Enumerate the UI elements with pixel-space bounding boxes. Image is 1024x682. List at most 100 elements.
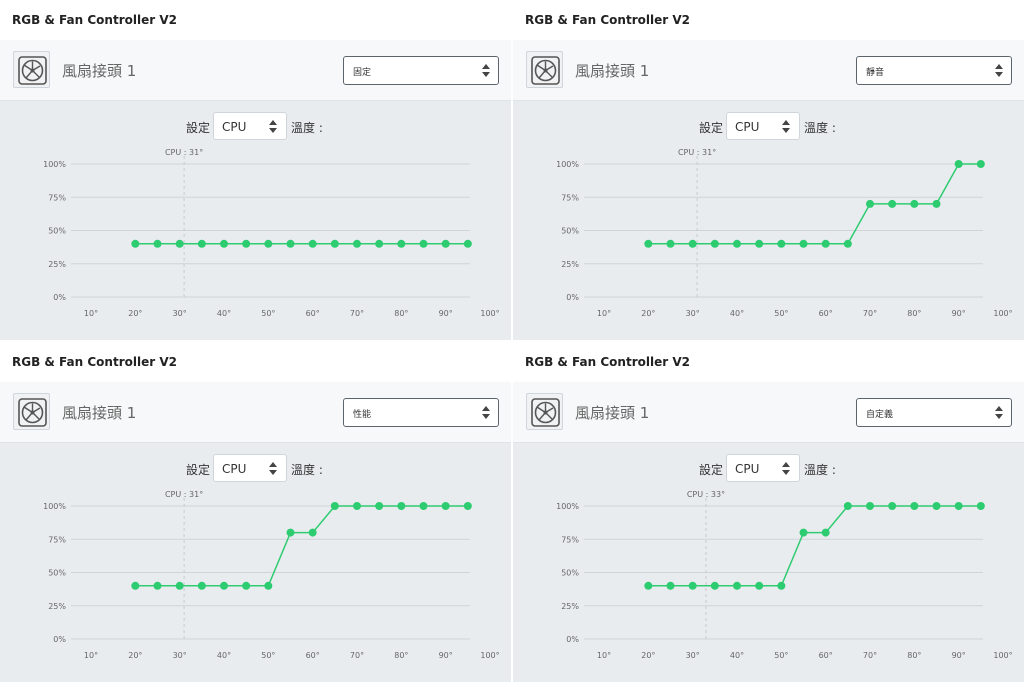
fan-curve-point bbox=[888, 502, 897, 510]
fan-curve-svg: 0% 25% 50% 75% 100% 10° 20° 30° 40° 50° 60° 70° 80° 9… bbox=[556, 148, 1013, 318]
sensor-select[interactable]: CPU bbox=[213, 454, 287, 482]
x-tick-label: 80° bbox=[394, 309, 408, 318]
fan-curve-point bbox=[375, 239, 384, 248]
fan-curve-point bbox=[888, 199, 897, 208]
fan-curve-point bbox=[242, 239, 251, 248]
sensor-setting-row: 設定 CPU 溫度 : bbox=[513, 454, 1024, 484]
panel-title: RGB & Fan Controller V2 bbox=[12, 355, 177, 369]
fan-curve-point bbox=[644, 581, 653, 590]
x-tick-label: 20° bbox=[128, 309, 142, 318]
fan-icon bbox=[13, 51, 50, 88]
y-tick-label: 50% bbox=[561, 227, 579, 236]
x-tick-label: 70° bbox=[350, 651, 364, 660]
y-tick-label: 0% bbox=[566, 293, 579, 302]
sensor-value: CPU bbox=[735, 462, 760, 476]
sensor-select[interactable]: CPU bbox=[213, 112, 287, 140]
fan-curve-point bbox=[286, 528, 295, 537]
fan-curve-svg: 0% 25% 50% 75% 100% 10° 20° 30° 40° 50° 60° 70° 80° 9… bbox=[43, 148, 500, 318]
x-tick-label: 100° bbox=[480, 651, 499, 660]
fan-curve-chart: 0% 25% 50% 75% 100% 10° 20° 30° 40° 50° 60° 70° 80° 9… bbox=[0, 487, 511, 677]
fan-curve-point bbox=[755, 581, 764, 590]
fan-curve-point bbox=[131, 239, 140, 248]
fan-header-label: 風扇接頭 1 bbox=[575, 404, 650, 422]
fan-mode-select[interactable]: 固定 bbox=[343, 56, 499, 85]
fan-curve-point bbox=[375, 502, 384, 510]
x-tick-label: 100° bbox=[993, 651, 1012, 660]
y-tick-label: 50% bbox=[48, 227, 66, 236]
fan-curve-point bbox=[308, 528, 317, 537]
y-tick-label: 100% bbox=[43, 502, 66, 511]
fan-curve-point bbox=[710, 581, 719, 590]
fan-mode-select[interactable]: 靜音 bbox=[856, 56, 1012, 85]
y-tick-label: 50% bbox=[561, 569, 579, 578]
fan-curve-point bbox=[910, 502, 919, 510]
fan-curve-point bbox=[777, 581, 786, 590]
fan-curve-point bbox=[777, 239, 786, 248]
y-tick-label: 0% bbox=[566, 635, 579, 644]
fan-mode-select[interactable]: 性能 bbox=[343, 398, 499, 427]
sensor-select[interactable]: CPU bbox=[726, 112, 800, 140]
x-tick-label: 100° bbox=[993, 309, 1012, 318]
y-tick-label: 25% bbox=[561, 260, 579, 269]
y-tick-label: 75% bbox=[48, 535, 66, 544]
fan-curve-chart: 0% 25% 50% 75% 100% 10° 20° 30° 40° 50° 60° 70° 80° 9… bbox=[513, 487, 1024, 677]
x-tick-label: 70° bbox=[350, 309, 364, 318]
fan-curve-point bbox=[397, 502, 406, 510]
x-tick-label: 40° bbox=[217, 309, 231, 318]
x-tick-label: 10° bbox=[84, 309, 98, 318]
select-arrows-icon bbox=[782, 120, 791, 134]
temperature-label: 溫度 : bbox=[291, 121, 323, 135]
y-tick-label: 0% bbox=[53, 293, 66, 302]
panel-title: RGB & Fan Controller V2 bbox=[12, 13, 177, 27]
x-tick-label: 60° bbox=[306, 309, 320, 318]
x-tick-label: 60° bbox=[819, 651, 833, 660]
x-tick-label: 80° bbox=[907, 651, 921, 660]
panel-title: RGB & Fan Controller V2 bbox=[525, 13, 690, 27]
y-tick-label: 25% bbox=[48, 602, 66, 611]
fan-curve-point bbox=[733, 581, 741, 590]
fan-curve-point bbox=[419, 502, 428, 510]
fan-curve-svg: 0% 25% 50% 75% 100% 10° 20° 30° 40° 50° 60° 70° 80° 9… bbox=[556, 490, 1013, 660]
panel-title-bar: RGB & Fan Controller V2 bbox=[513, 342, 1024, 382]
sensor-setting-row: 設定 CPU 溫度 : bbox=[513, 112, 1024, 142]
y-tick-label: 50% bbox=[48, 569, 66, 578]
fan-curve-point bbox=[710, 239, 719, 248]
fan-curve-point bbox=[220, 581, 228, 590]
fan-curve-point bbox=[843, 502, 852, 510]
sensor-select[interactable]: CPU bbox=[726, 454, 800, 482]
fan-curve-point bbox=[197, 581, 206, 590]
sensor-value: CPU bbox=[222, 462, 247, 476]
fan-curve-point bbox=[463, 239, 472, 248]
temperature-label: 溫度 : bbox=[804, 121, 836, 135]
fan-curve-point bbox=[755, 239, 764, 248]
fan-icon bbox=[13, 393, 50, 430]
fan-curve-point bbox=[286, 239, 295, 248]
y-tick-label: 75% bbox=[561, 193, 579, 202]
fan-curve-line bbox=[648, 163, 981, 245]
x-tick-label: 90° bbox=[952, 309, 966, 318]
fan-curve-line bbox=[135, 505, 468, 587]
fan-curve-point bbox=[932, 199, 941, 208]
fan-header-row: 風扇接頭 1 性能 bbox=[0, 382, 511, 443]
fan-controller-grid: RGB & Fan Controller V2 風扇接頭 1 固定 設定 CPU bbox=[0, 0, 1024, 682]
x-tick-label: 50° bbox=[261, 651, 275, 660]
x-tick-label: 20° bbox=[641, 651, 655, 660]
fan-mode-select[interactable]: 自定義 bbox=[856, 398, 1012, 427]
fan-curve-point bbox=[308, 239, 317, 248]
setting-label: 設定 bbox=[699, 463, 724, 477]
cpu-temp-marker-label: CPU : 31° bbox=[165, 490, 203, 499]
fan-curve-point bbox=[353, 502, 361, 510]
panel-title-bar: RGB & Fan Controller V2 bbox=[513, 0, 1024, 40]
fan-mode-value: 性能 bbox=[353, 410, 372, 420]
fan-curve-point bbox=[441, 502, 450, 510]
fan-curve-chart: 0% 25% 50% 75% 100% 10° 20° 30° 40° 50° 60° 70° 80° 9… bbox=[0, 145, 511, 335]
y-tick-label: 100% bbox=[556, 160, 579, 169]
x-tick-label: 20° bbox=[128, 651, 142, 660]
x-tick-label: 20° bbox=[641, 309, 655, 318]
select-arrows-icon bbox=[482, 64, 491, 78]
x-tick-label: 60° bbox=[819, 309, 833, 318]
y-tick-label: 100% bbox=[556, 502, 579, 511]
fan-panel: RGB & Fan Controller V2 風扇接頭 1 自定義 設定 CP… bbox=[513, 342, 1024, 682]
select-arrows-icon bbox=[269, 120, 278, 134]
fan-curve-point bbox=[866, 502, 874, 510]
